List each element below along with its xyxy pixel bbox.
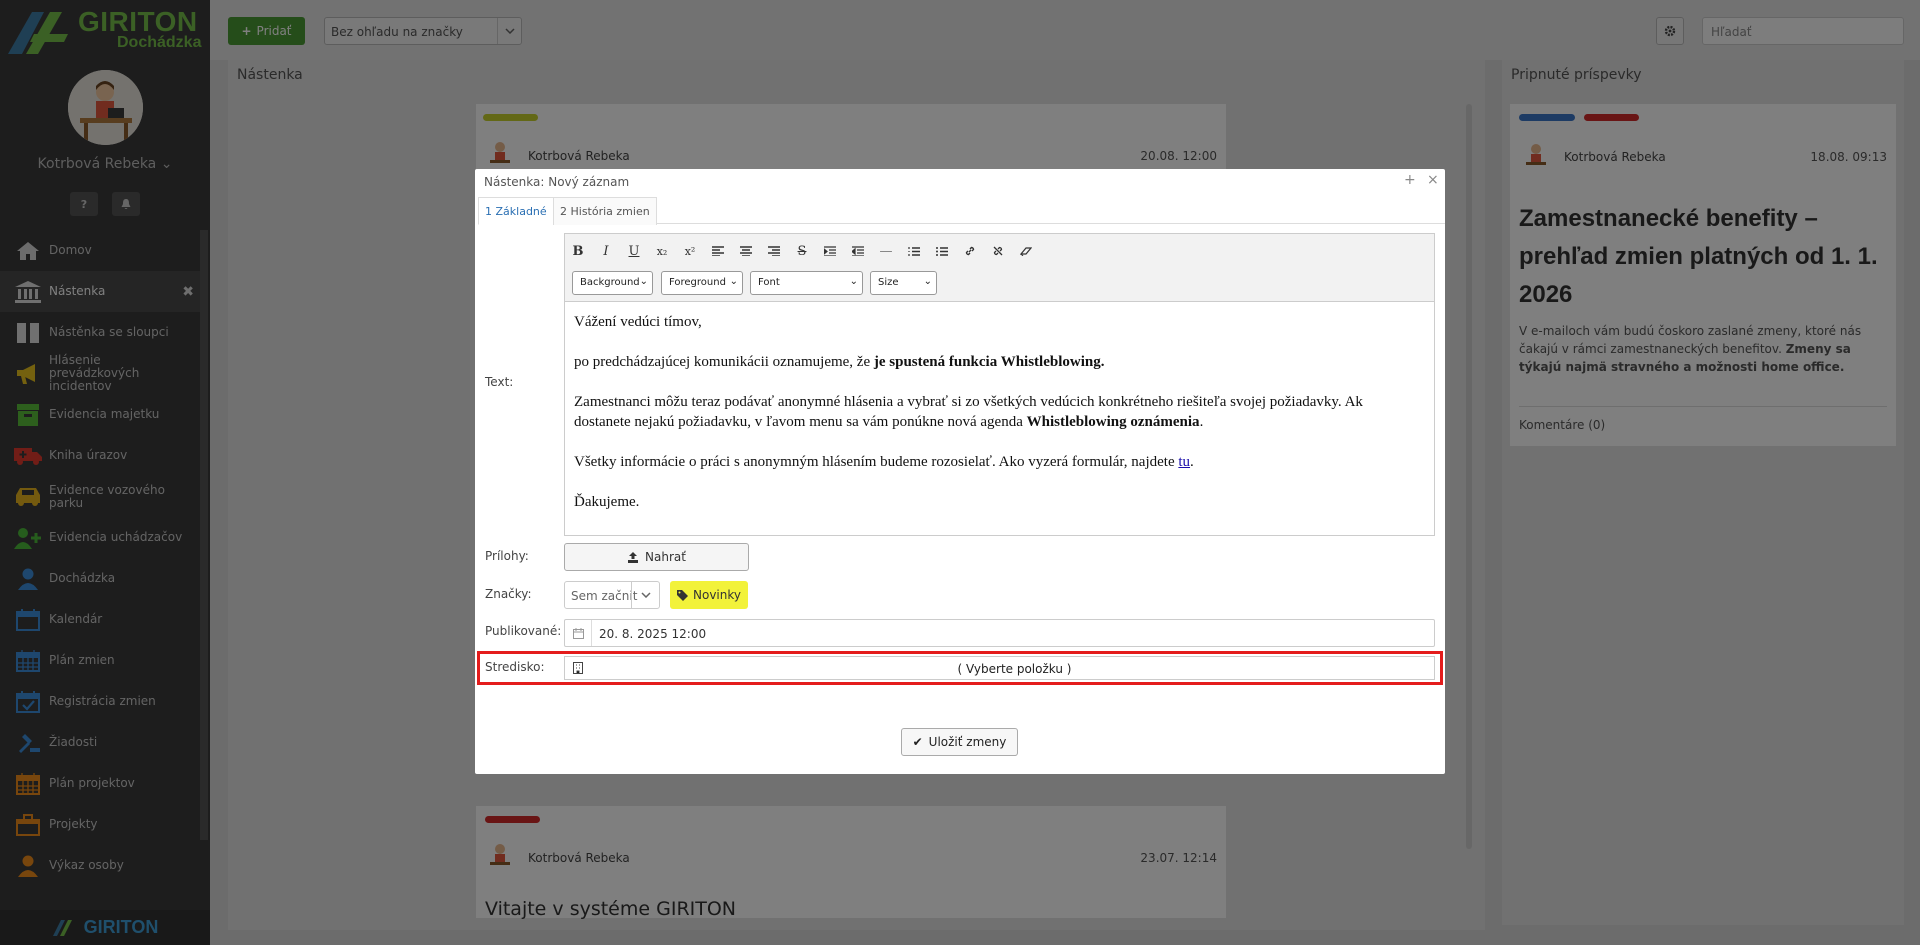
- form-link[interactable]: tu: [1178, 454, 1190, 470]
- italic-icon[interactable]: I: [595, 240, 617, 262]
- tag-icon: [677, 589, 688, 601]
- tags-label: Značky:: [485, 587, 532, 601]
- editor-paragraph: Ďakujeme.: [574, 494, 640, 510]
- rich-text-editor[interactable]: B I U x₂ x² S — Background ⌄ Foreground …: [564, 233, 1435, 536]
- horizontal-rule-icon[interactable]: —: [875, 240, 897, 262]
- new-record-dialog: Nástenka: Nový záznam + × 1 Základné 2 H…: [475, 169, 1445, 774]
- editor-toolbar: B I U x₂ x² S — Background ⌄ Foreground …: [565, 234, 1434, 302]
- editor-paragraph: Všetky informácie o práci s anonymným hl…: [574, 454, 1194, 470]
- tags-placeholder: Sem začnit: [571, 589, 638, 603]
- unlink-icon[interactable]: [987, 240, 1009, 262]
- bold-icon[interactable]: B: [567, 240, 589, 262]
- chevron-down-icon: ⌄: [639, 276, 648, 287]
- eraser-icon[interactable]: [1015, 240, 1037, 262]
- editor-content[interactable]: Vážení vedúci tímov, po predchádzajúcej …: [574, 312, 1422, 532]
- foreground-select[interactable]: Foreground ⌄: [661, 271, 743, 295]
- upload-button[interactable]: Nahrať: [564, 543, 749, 571]
- tags-select[interactable]: Sem začnit: [564, 581, 660, 609]
- tag-badge-news[interactable]: Novinky: [670, 581, 748, 609]
- chevron-down-icon: ⌄: [923, 276, 932, 287]
- upload-label: Nahrať: [645, 550, 686, 564]
- text-label: Text:: [485, 375, 514, 389]
- outdent-icon[interactable]: [847, 240, 869, 262]
- editor-paragraph: Zamestnanci môžu teraz podávať anonymné …: [574, 394, 1363, 430]
- dialog-title: Nástenka: Nový záznam: [484, 175, 630, 189]
- editor-paragraph: Vážení vedúci tímov,: [574, 314, 702, 330]
- center-select[interactable]: ( Vyberte položku ): [564, 656, 1435, 680]
- size-select[interactable]: Size ⌄: [870, 271, 937, 295]
- upload-icon: [628, 551, 639, 563]
- close-button[interactable]: ×: [1427, 172, 1439, 188]
- underline-icon[interactable]: U: [623, 240, 645, 262]
- dialog-tabs: 1 Základné 2 História zmien: [478, 197, 1445, 225]
- attachments-label: Prílohy:: [485, 549, 529, 563]
- published-date-value: 20. 8. 2025 12:00: [599, 627, 707, 641]
- align-right-icon[interactable]: [763, 240, 785, 262]
- link-icon[interactable]: [959, 240, 981, 262]
- font-select[interactable]: Font ⌄: [750, 271, 863, 295]
- chevron-down-icon: ⌄: [849, 276, 858, 287]
- save-button[interactable]: ✔ Uložiť zmeny: [901, 728, 1018, 756]
- check-icon: ✔: [912, 735, 923, 749]
- background-select[interactable]: Background ⌄: [572, 271, 653, 295]
- center-value: ( Vyberte položku ): [957, 662, 1072, 676]
- align-left-icon[interactable]: [707, 240, 729, 262]
- maximize-button[interactable]: +: [1404, 172, 1416, 188]
- editor-paragraph: po predchádzajúcej komunikácii oznamujem…: [574, 354, 1105, 370]
- subscript-icon[interactable]: x₂: [651, 240, 673, 262]
- published-date-field[interactable]: 20. 8. 2025 12:00: [564, 619, 1435, 647]
- strikethrough-icon[interactable]: S: [791, 240, 813, 262]
- indent-icon[interactable]: [819, 240, 841, 262]
- save-button-label: Uložiť zmeny: [928, 735, 1007, 749]
- chevron-down-icon: ⌄: [729, 276, 738, 287]
- tab-history[interactable]: 2 História zmien: [553, 197, 657, 225]
- center-label: Stredisko:: [485, 660, 545, 674]
- chevron-down-icon: [631, 582, 659, 608]
- tab-basic[interactable]: 1 Základné: [478, 197, 554, 225]
- unordered-list-icon[interactable]: [931, 240, 953, 262]
- published-label: Publikované:: [485, 624, 562, 638]
- align-center-icon[interactable]: [735, 240, 757, 262]
- tag-badge-label: Novinky: [693, 588, 741, 602]
- superscript-icon[interactable]: x²: [679, 240, 701, 262]
- ordered-list-icon[interactable]: [903, 240, 925, 262]
- calendar-icon[interactable]: [565, 620, 592, 646]
